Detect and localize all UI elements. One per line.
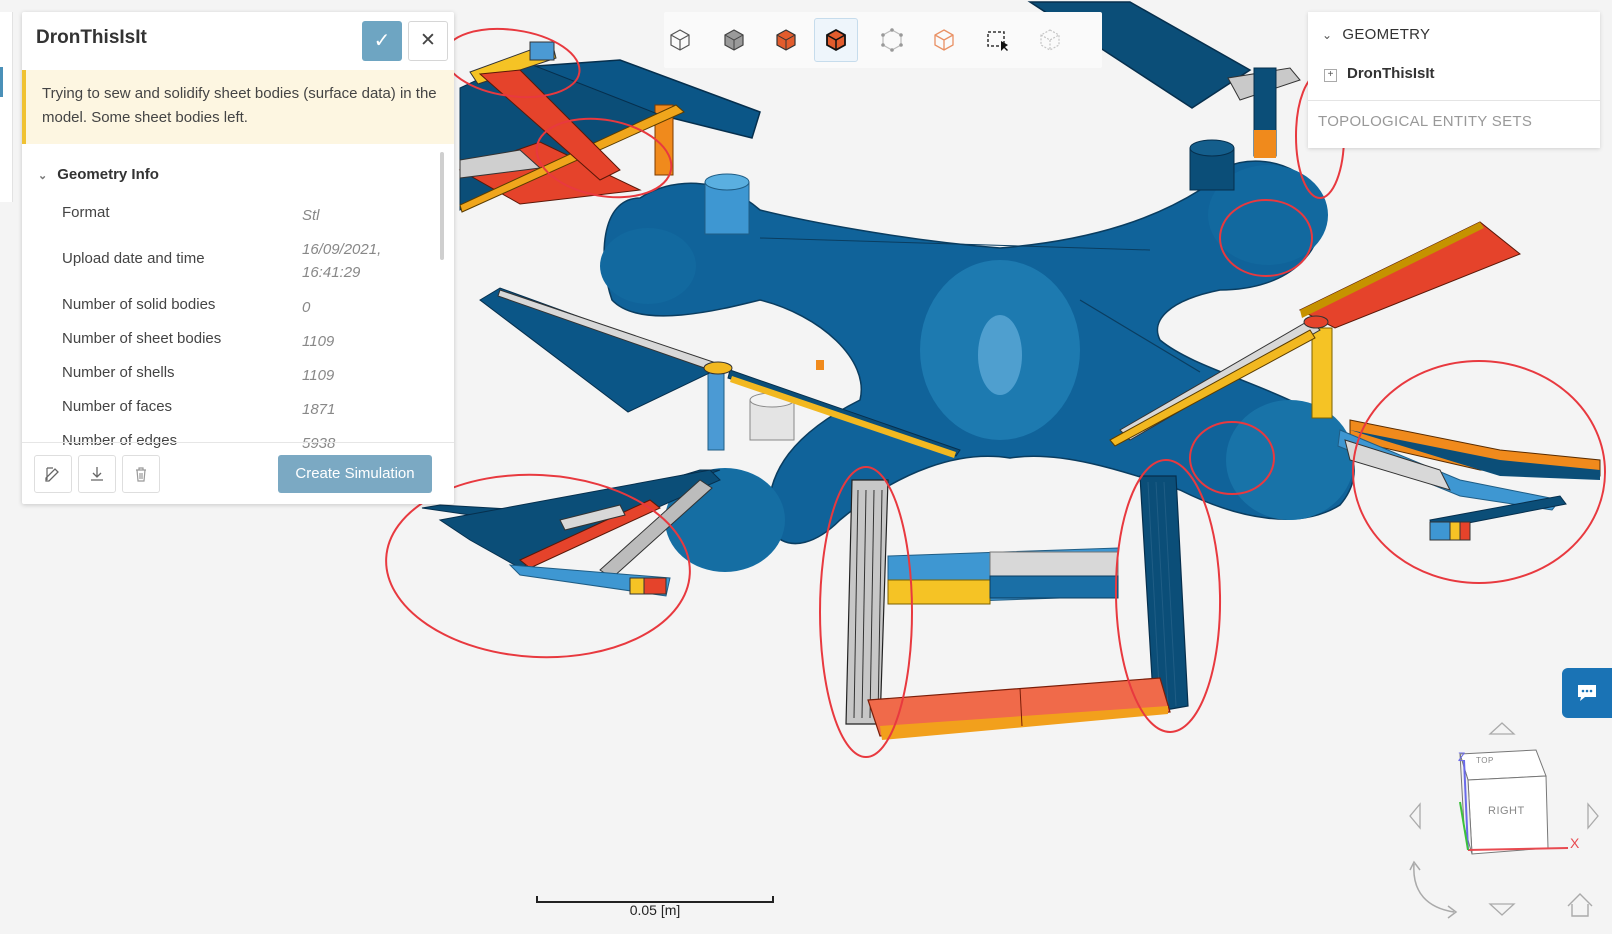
- expand-icon[interactable]: +: [1324, 69, 1337, 82]
- scale-label: 0.05 [m]: [629, 902, 681, 918]
- tree-header-topological-entity-sets[interactable]: TOPOLOGICAL ENTITY SETS: [1318, 113, 1532, 130]
- tree-item-label: DronThisIsIt: [1347, 65, 1435, 82]
- box-select-icon: [987, 31, 1008, 51]
- download-icon: [91, 467, 103, 481]
- x-axis-label: X: [1570, 835, 1580, 851]
- info-label: Number of shells: [62, 364, 175, 381]
- cube-face-right[interactable]: RIGHT: [1488, 805, 1525, 817]
- view-cube-widget[interactable]: TOP RIGHT X Z: [1398, 718, 1612, 929]
- face-select-button[interactable]: [764, 18, 808, 62]
- info-value: 1109: [302, 367, 335, 384]
- chat-bubble-icon: [1578, 685, 1596, 701]
- rotate-down-arrow[interactable]: [1488, 903, 1516, 916]
- cube-face-top[interactable]: TOP: [1476, 756, 1494, 765]
- info-label: Number of solid bodies: [62, 296, 216, 313]
- z-axis-label: Z: [1458, 750, 1466, 764]
- vertex-select-button[interactable]: [870, 18, 914, 62]
- close-button[interactable]: ✕: [408, 21, 448, 61]
- solid-view-button[interactable]: [712, 18, 756, 62]
- model-tree-panel: ⌄ GEOMETRY + DronThisIsIt TOPOLOGICAL ENTI…: [1308, 12, 1600, 148]
- trash-icon: [136, 467, 146, 482]
- rotate-left-arrow[interactable]: [1409, 802, 1421, 830]
- body-select-icon: [826, 28, 846, 52]
- check-icon: ✓: [373, 30, 391, 52]
- rotate-right-arrow[interactable]: [1587, 802, 1599, 830]
- section-header-geometry-info[interactable]: ⌄ Geometry Info: [38, 166, 159, 183]
- hide-icon: [1040, 29, 1060, 51]
- edit-button[interactable]: [34, 455, 72, 493]
- tree-header-label: GEOMETRY: [1342, 26, 1431, 43]
- tree-header-geometry[interactable]: ⌄ GEOMETRY: [1322, 26, 1430, 43]
- info-label: Upload date and time: [62, 250, 205, 267]
- close-icon: ✕: [420, 30, 436, 51]
- viewer-toolbar: [664, 12, 1102, 68]
- info-value: 1871: [302, 401, 336, 418]
- hide-selection-button[interactable]: [1028, 18, 1072, 62]
- delete-button[interactable]: [122, 455, 160, 493]
- edit-icon: [45, 467, 59, 482]
- warning-message: Trying to sew and solidify sheet bodies …: [22, 70, 454, 144]
- home-icon[interactable]: [1567, 893, 1593, 917]
- info-value: 16/09/2021, 16:41:29: [302, 241, 382, 281]
- box-select-button[interactable]: [976, 18, 1020, 62]
- info-label: Format: [62, 204, 110, 221]
- chat-button[interactable]: [1562, 668, 1612, 718]
- chevron-down-icon: ⌄: [38, 170, 48, 182]
- face-select-icon: [776, 29, 796, 51]
- body-select-button[interactable]: [814, 18, 858, 62]
- info-label: Number of sheet bodies: [62, 330, 222, 347]
- scrollbar[interactable]: [440, 152, 444, 260]
- divider: [1308, 100, 1600, 101]
- wireframe-view-button[interactable]: [658, 18, 702, 62]
- view-cube[interactable]: [1459, 749, 1549, 855]
- edge-select-icon: [934, 29, 954, 51]
- confirm-button[interactable]: ✓: [362, 21, 402, 61]
- panel-title: DronThisIsIt: [36, 27, 147, 48]
- solid-cube-icon: [724, 29, 744, 51]
- panel-footer: Create Simulation: [22, 442, 454, 505]
- rotate-up-arrow[interactable]: [1488, 722, 1516, 735]
- rotate-around-icon[interactable]: [1409, 860, 1458, 919]
- panel-header: DronThisIsIt ✓ ✕: [22, 12, 454, 70]
- scale-bar: 0.05 [m]: [536, 888, 774, 918]
- info-label: Number of faces: [62, 398, 173, 415]
- chevron-down-icon: ⌄: [1322, 28, 1333, 42]
- info-value: Stl: [302, 207, 320, 224]
- info-value: 1109: [302, 333, 335, 350]
- edge-select-button[interactable]: [922, 18, 966, 62]
- vertex-select-icon: [881, 28, 903, 52]
- geometry-panel: DronThisIsIt ✓ ✕ Trying to sew and solid…: [22, 12, 454, 504]
- section-title: Geometry Info: [57, 166, 159, 183]
- download-button[interactable]: [78, 455, 116, 493]
- wireframe-cube-icon: [670, 29, 690, 51]
- tree-item-geometry[interactable]: + DronThisIsIt: [1324, 65, 1435, 82]
- create-simulation-button[interactable]: Create Simulation: [278, 455, 432, 493]
- info-value: 0: [302, 299, 311, 316]
- left-sidebar-edge: [0, 12, 13, 202]
- geometry-info-section[interactable]: ⌄ Geometry Info Format Stl Upload date an…: [22, 152, 454, 452]
